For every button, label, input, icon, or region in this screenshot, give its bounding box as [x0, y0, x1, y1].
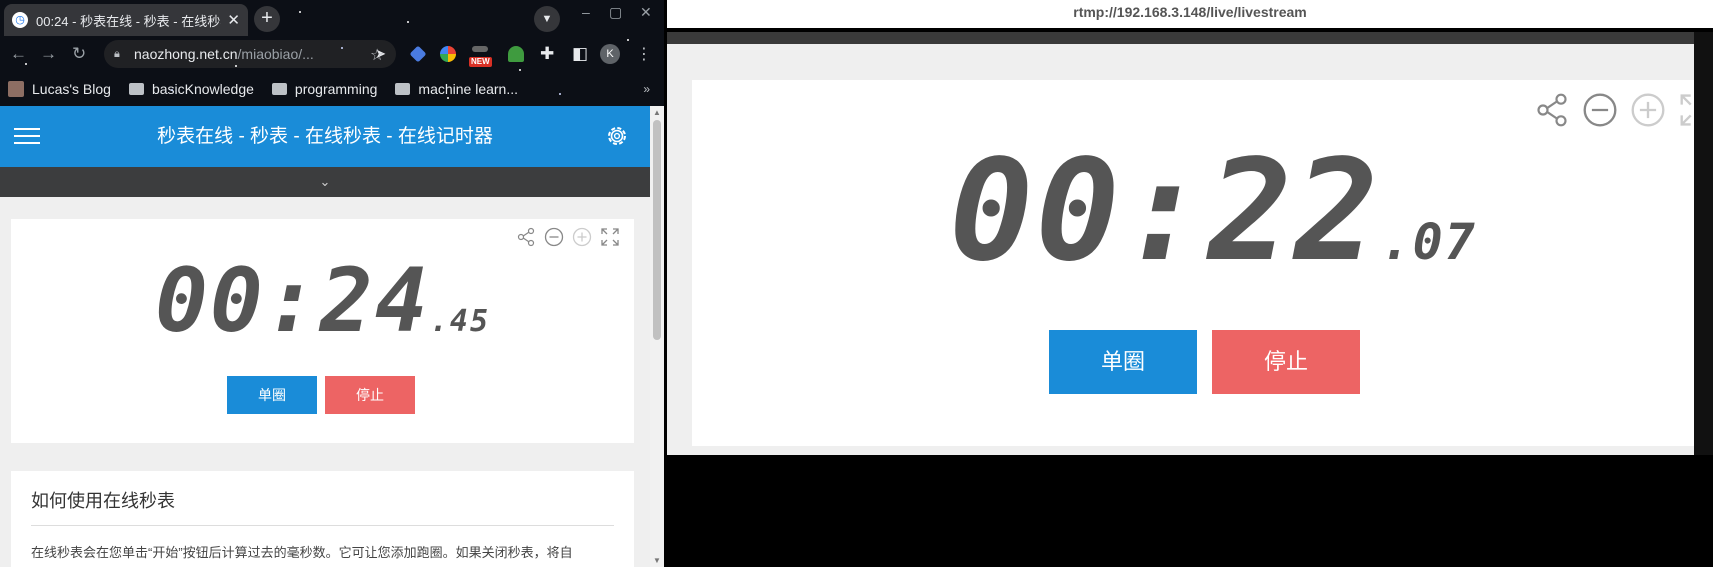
- bookmark-label: basicKnowledge: [151, 81, 254, 97]
- howto-title: 如何使用在线秒表: [31, 487, 614, 526]
- lock-icon: 🔒︎: [114, 47, 120, 60]
- clock-favicon-icon: ◷: [12, 12, 28, 28]
- stopwatch-display: 00:24.45: [11, 249, 634, 352]
- zoom-in-icon: [1631, 93, 1665, 127]
- site-header: 秒表在线 - 秒表 - 在线秒表 - 在线记时器: [0, 106, 650, 167]
- zoom-out-icon: [1583, 93, 1617, 127]
- stream-dark-band: [667, 32, 1713, 44]
- extensions-puzzle-icon[interactable]: ✚: [540, 44, 554, 64]
- bookmark-label: Lucas's Blog: [32, 81, 111, 97]
- howto-text: 在线秒表会在您单击“开始”按钮后计算过去的毫秒数。它可让您添加跑圈。如果关闭秒表…: [31, 545, 573, 560]
- browser-toolbar: ← → ↻ 🔒︎ naozhong.net.cn /miaobiao/... ➤…: [0, 36, 664, 72]
- browser-tab[interactable]: ◷ 00:24 - 秒表在线 - 秒表 - 在线秒表 - 在线记时器 ✕: [4, 4, 248, 36]
- extension-tree-icon[interactable]: [508, 46, 524, 62]
- url-host: naozhong.net.cn: [134, 46, 238, 62]
- stream-stopwatch-display: 00:22.07: [732, 130, 1694, 293]
- scrollbar-thumb[interactable]: [653, 120, 661, 340]
- page-viewport: 秒表在线 - 秒表 - 在线秒表 - 在线记时器 ⌄ 00:24.45 单圈 停…: [0, 106, 650, 567]
- new-tab-button[interactable]: +: [254, 6, 280, 32]
- stream-stopwatch-milliseconds: .07: [1380, 213, 1477, 271]
- bookmark-label: programming: [294, 81, 378, 97]
- address-bar[interactable]: 🔒︎ naozhong.net.cn /miaobiao/... ➤: [104, 40, 396, 68]
- extension-new-icon[interactable]: [472, 46, 488, 52]
- bookmark-programming[interactable]: programming: [271, 81, 378, 97]
- expand-menu-bar[interactable]: ⌄: [0, 167, 650, 197]
- forward-icon[interactable]: →: [40, 44, 57, 64]
- tab-search-button[interactable]: ▼: [534, 6, 560, 32]
- chevron-down-icon: ⌄: [319, 174, 331, 189]
- stopwatch-main-time: 00:24: [154, 249, 430, 352]
- profile-avatar[interactable]: K: [600, 44, 620, 64]
- share-icon: [1537, 93, 1567, 127]
- folder-icon: [271, 83, 287, 95]
- lap-button[interactable]: 单圈: [227, 376, 317, 414]
- stopwatch-milliseconds: .45: [429, 304, 491, 339]
- browser-window: ◷ 00:24 - 秒表在线 - 秒表 - 在线秒表 - 在线记时器 ✕ + ▼…: [0, 0, 664, 567]
- url-path: /miaobiao/...: [237, 46, 314, 62]
- stream-page: 00:22.07 单圈 停止: [667, 44, 1694, 455]
- extension-chrome-icon[interactable]: [440, 46, 456, 62]
- close-window-icon[interactable]: ✕: [640, 4, 652, 21]
- stream-viewer: rtmp://192.168.3.148/live/livestream 00:…: [667, 0, 1713, 567]
- stream-edge: [1694, 32, 1713, 455]
- maximize-icon[interactable]: ▢: [609, 4, 622, 21]
- bookmarks-bar: Lucas's Blog basicKnowledge programming …: [0, 72, 664, 106]
- folder-icon: [128, 83, 144, 95]
- scroll-down-icon[interactable]: ▼: [653, 556, 661, 565]
- bookmark-basic-knowledge[interactable]: basicKnowledge: [128, 81, 254, 97]
- share-icon[interactable]: [516, 227, 536, 247]
- stopwatch-card: 00:24.45 单圈 停止: [11, 219, 634, 443]
- stream-stopwatch-card: 00:22.07 单圈 停止: [692, 80, 1694, 446]
- settings-gear-icon[interactable]: [604, 123, 630, 149]
- page-scrollbar[interactable]: ▲ ▼: [650, 106, 664, 567]
- stream-titlebar: rtmp://192.168.3.148/live/livestream: [667, 0, 1713, 28]
- zoom-out-icon[interactable]: [544, 227, 564, 247]
- stopwatch-tools: [516, 227, 620, 247]
- back-icon[interactable]: ←: [10, 44, 27, 64]
- tab-title: 00:24 - 秒表在线 - 秒表 - 在线秒表 - 在线记时器: [36, 13, 221, 29]
- hamburger-menu-icon[interactable]: [14, 128, 40, 146]
- more-bookmarks-icon[interactable]: »: [643, 82, 650, 96]
- bookmark-machine-learning[interactable]: machine learn...: [395, 81, 518, 97]
- site-title: 秒表在线 - 秒表 - 在线秒表 - 在线记时器: [157, 126, 493, 147]
- new-badge: NEW: [469, 57, 492, 67]
- fullscreen-icon[interactable]: [600, 227, 620, 247]
- bookmark-star-icon[interactable]: ☆: [370, 45, 384, 65]
- stream-url-title: rtmp://192.168.3.148/live/livestream: [1073, 4, 1307, 20]
- stream-lap-button: 单圈: [1049, 330, 1197, 394]
- reload-icon[interactable]: ↻: [72, 44, 86, 64]
- minimize-icon[interactable]: –: [582, 4, 590, 20]
- browser-titlebar: ◷ 00:24 - 秒表在线 - 秒表 - 在线秒表 - 在线记时器 ✕ + ▼…: [0, 0, 664, 36]
- howto-card: 如何使用在线秒表 在线秒表会在您单击“开始”按钮后计算过去的毫秒数。它可让您添加…: [11, 471, 634, 567]
- side-panel-icon[interactable]: ◧: [572, 44, 588, 64]
- blog-avatar-icon: [8, 81, 24, 97]
- menu-kebab-icon[interactable]: ⋮: [636, 44, 652, 64]
- folder-icon: [395, 83, 411, 95]
- bookmark-lucas-blog[interactable]: Lucas's Blog: [8, 81, 111, 97]
- stream-stopwatch-main-time: 00:22: [949, 130, 1381, 293]
- scroll-up-icon[interactable]: ▲: [653, 108, 661, 117]
- stream-stopwatch-tools: [1534, 92, 1698, 128]
- zoom-in-icon[interactable]: [572, 227, 592, 247]
- stream-stop-button: 停止: [1212, 330, 1360, 394]
- bookmark-label: machine learn...: [418, 81, 519, 97]
- stop-button[interactable]: 停止: [325, 376, 415, 414]
- extension-blue-icon[interactable]: [409, 45, 427, 63]
- close-tab-icon[interactable]: ✕: [227, 11, 240, 29]
